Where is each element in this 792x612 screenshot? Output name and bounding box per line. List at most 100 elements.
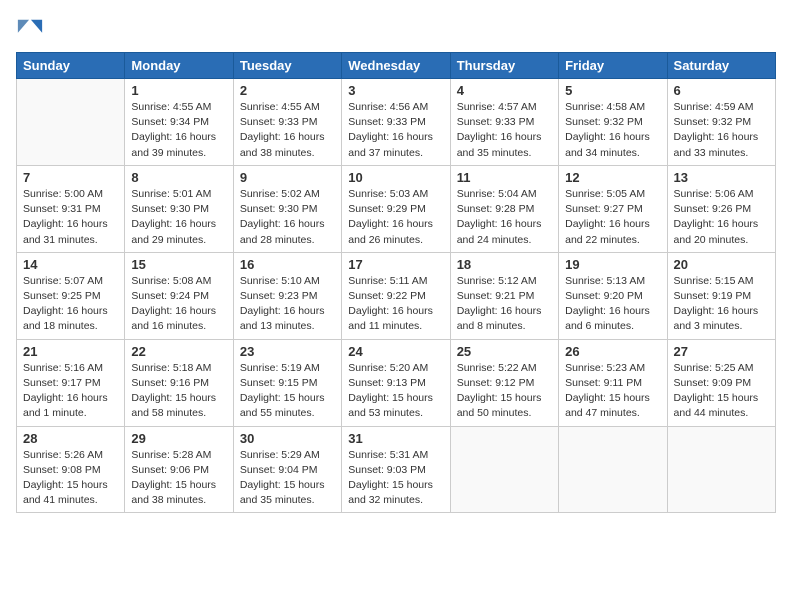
calendar-body: 1 Sunrise: 4:55 AM Sunset: 9:34 PM Dayli… [17,79,776,513]
daylight-label: Daylight: 15 hours and 55 minutes. [240,392,325,419]
day-number: 14 [23,257,118,272]
calendar-cell: 11 Sunrise: 5:04 AM Sunset: 9:28 PM Dayl… [450,165,558,252]
sunrise-label: Sunrise: 4:56 AM [348,101,428,113]
day-number: 6 [674,83,769,98]
calendar-cell: 24 Sunrise: 5:20 AM Sunset: 9:13 PM Dayl… [342,339,450,426]
sunset-label: Sunset: 9:33 PM [240,116,318,128]
daylight-label: Daylight: 16 hours and 16 minutes. [131,305,216,332]
sunrise-label: Sunrise: 5:04 AM [457,188,537,200]
sunrise-label: Sunrise: 5:29 AM [240,449,320,461]
sunset-label: Sunset: 9:33 PM [348,116,426,128]
day-number: 15 [131,257,226,272]
sunset-label: Sunset: 9:29 PM [348,203,426,215]
day-number: 5 [565,83,660,98]
daylight-label: Daylight: 15 hours and 47 minutes. [565,392,650,419]
cell-content: Sunrise: 4:59 AM Sunset: 9:32 PM Dayligh… [674,100,769,161]
calendar-cell: 21 Sunrise: 5:16 AM Sunset: 9:17 PM Dayl… [17,339,125,426]
calendar-cell: 13 Sunrise: 5:06 AM Sunset: 9:26 PM Dayl… [667,165,775,252]
calendar-cell: 31 Sunrise: 5:31 AM Sunset: 9:03 PM Dayl… [342,426,450,513]
day-header-thursday: Thursday [450,53,558,79]
day-header-saturday: Saturday [667,53,775,79]
sunrise-label: Sunrise: 5:00 AM [23,188,103,200]
calendar-cell [17,79,125,166]
cell-content: Sunrise: 5:28 AM Sunset: 9:06 PM Dayligh… [131,448,226,509]
daylight-label: Daylight: 16 hours and 38 minutes. [240,131,325,158]
cell-content: Sunrise: 5:31 AM Sunset: 9:03 PM Dayligh… [348,448,443,509]
day-number: 28 [23,431,118,446]
cell-content: Sunrise: 5:03 AM Sunset: 9:29 PM Dayligh… [348,187,443,248]
sunset-label: Sunset: 9:13 PM [348,377,426,389]
cell-content: Sunrise: 5:16 AM Sunset: 9:17 PM Dayligh… [23,361,118,422]
sunset-label: Sunset: 9:22 PM [348,290,426,302]
sunrise-label: Sunrise: 4:59 AM [674,101,754,113]
sunset-label: Sunset: 9:08 PM [23,464,101,476]
sunrise-label: Sunrise: 5:31 AM [348,449,428,461]
sunset-label: Sunset: 9:06 PM [131,464,209,476]
calendar-cell: 2 Sunrise: 4:55 AM Sunset: 9:33 PM Dayli… [233,79,341,166]
calendar-table: SundayMondayTuesdayWednesdayThursdayFrid… [16,52,776,513]
daylight-label: Daylight: 16 hours and 20 minutes. [674,218,759,245]
calendar-cell: 3 Sunrise: 4:56 AM Sunset: 9:33 PM Dayli… [342,79,450,166]
sunset-label: Sunset: 9:16 PM [131,377,209,389]
sunrise-label: Sunrise: 5:06 AM [674,188,754,200]
daylight-label: Daylight: 16 hours and 11 minutes. [348,305,433,332]
daylight-label: Daylight: 16 hours and 18 minutes. [23,305,108,332]
day-number: 29 [131,431,226,446]
daylight-label: Daylight: 16 hours and 3 minutes. [674,305,759,332]
sunrise-label: Sunrise: 5:02 AM [240,188,320,200]
cell-content: Sunrise: 5:00 AM Sunset: 9:31 PM Dayligh… [23,187,118,248]
calendar-cell: 5 Sunrise: 4:58 AM Sunset: 9:32 PM Dayli… [559,79,667,166]
calendar-cell: 30 Sunrise: 5:29 AM Sunset: 9:04 PM Dayl… [233,426,341,513]
cell-content: Sunrise: 4:56 AM Sunset: 9:33 PM Dayligh… [348,100,443,161]
daylight-label: Daylight: 16 hours and 26 minutes. [348,218,433,245]
sunset-label: Sunset: 9:15 PM [240,377,318,389]
sunrise-label: Sunrise: 5:12 AM [457,275,537,287]
daylight-label: Daylight: 15 hours and 35 minutes. [240,479,325,506]
sunrise-label: Sunrise: 5:01 AM [131,188,211,200]
calendar-cell: 20 Sunrise: 5:15 AM Sunset: 9:19 PM Dayl… [667,252,775,339]
calendar-cell: 25 Sunrise: 5:22 AM Sunset: 9:12 PM Dayl… [450,339,558,426]
calendar-cell: 27 Sunrise: 5:25 AM Sunset: 9:09 PM Dayl… [667,339,775,426]
calendar-cell: 28 Sunrise: 5:26 AM Sunset: 9:08 PM Dayl… [17,426,125,513]
daylight-label: Daylight: 16 hours and 29 minutes. [131,218,216,245]
day-header-wednesday: Wednesday [342,53,450,79]
day-number: 24 [348,344,443,359]
sunset-label: Sunset: 9:30 PM [240,203,318,215]
day-number: 17 [348,257,443,272]
day-number: 18 [457,257,552,272]
cell-content: Sunrise: 5:04 AM Sunset: 9:28 PM Dayligh… [457,187,552,248]
cell-content: Sunrise: 5:10 AM Sunset: 9:23 PM Dayligh… [240,274,335,335]
cell-content: Sunrise: 5:19 AM Sunset: 9:15 PM Dayligh… [240,361,335,422]
day-number: 22 [131,344,226,359]
week-row-5: 28 Sunrise: 5:26 AM Sunset: 9:08 PM Dayl… [17,426,776,513]
sunset-label: Sunset: 9:23 PM [240,290,318,302]
days-header-row: SundayMondayTuesdayWednesdayThursdayFrid… [17,53,776,79]
cell-content: Sunrise: 5:08 AM Sunset: 9:24 PM Dayligh… [131,274,226,335]
cell-content: Sunrise: 5:20 AM Sunset: 9:13 PM Dayligh… [348,361,443,422]
day-number: 9 [240,170,335,185]
sunset-label: Sunset: 9:12 PM [457,377,535,389]
cell-content: Sunrise: 5:23 AM Sunset: 9:11 PM Dayligh… [565,361,660,422]
sunrise-label: Sunrise: 5:26 AM [23,449,103,461]
day-number: 2 [240,83,335,98]
cell-content: Sunrise: 5:11 AM Sunset: 9:22 PM Dayligh… [348,274,443,335]
sunrise-label: Sunrise: 4:57 AM [457,101,537,113]
daylight-label: Daylight: 16 hours and 8 minutes. [457,305,542,332]
day-number: 8 [131,170,226,185]
calendar-cell: 18 Sunrise: 5:12 AM Sunset: 9:21 PM Dayl… [450,252,558,339]
calendar-cell: 10 Sunrise: 5:03 AM Sunset: 9:29 PM Dayl… [342,165,450,252]
day-number: 1 [131,83,226,98]
calendar-cell: 7 Sunrise: 5:00 AM Sunset: 9:31 PM Dayli… [17,165,125,252]
sunset-label: Sunset: 9:17 PM [23,377,101,389]
sunrise-label: Sunrise: 5:25 AM [674,362,754,374]
daylight-label: Daylight: 15 hours and 44 minutes. [674,392,759,419]
sunset-label: Sunset: 9:30 PM [131,203,209,215]
daylight-label: Daylight: 16 hours and 13 minutes. [240,305,325,332]
day-header-monday: Monday [125,53,233,79]
daylight-label: Daylight: 15 hours and 38 minutes. [131,479,216,506]
cell-content: Sunrise: 5:06 AM Sunset: 9:26 PM Dayligh… [674,187,769,248]
sunrise-label: Sunrise: 5:08 AM [131,275,211,287]
sunset-label: Sunset: 9:20 PM [565,290,643,302]
daylight-label: Daylight: 16 hours and 39 minutes. [131,131,216,158]
daylight-label: Daylight: 15 hours and 53 minutes. [348,392,433,419]
